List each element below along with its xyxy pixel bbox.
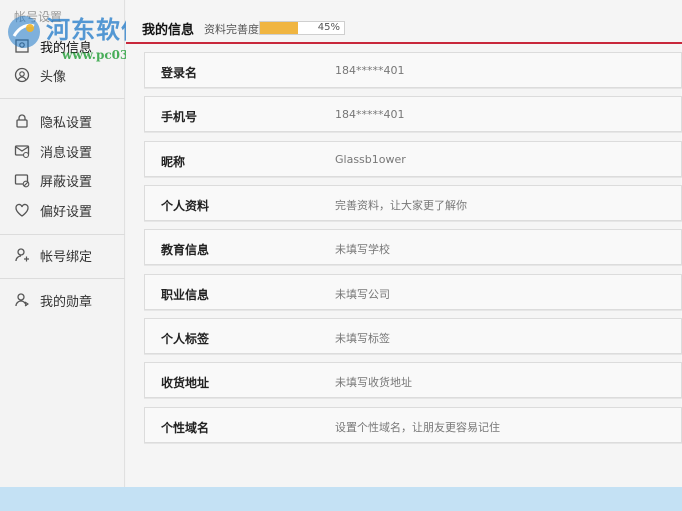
progress-label: 资料完善度 [204,23,259,36]
sidebar-item-messages[interactable]: 消息设置 [0,138,125,164]
info-row[interactable]: 手机号 184*****401 [144,96,682,132]
avatar-icon [14,67,30,83]
info-row[interactable]: 个人资料 完善资料，让大家更了解你 [144,185,682,221]
sidebar-item-label: 我的勋章 [40,294,93,310]
sidebar-item-avatar[interactable]: 头像 [0,62,125,88]
info-row-label: 职业信息 [161,288,210,302]
info-row-value[interactable]: 设置个性域名，让朋友更容易记住 [335,419,500,435]
info-row-label: 手机号 [161,110,198,124]
sidebar-item-label: 头像 [40,69,67,85]
sidebar-item-label: 偏好设置 [40,204,93,220]
medal-icon [14,292,30,308]
info-row-value[interactable]: 184*****401 [335,108,405,121]
info-row-value[interactable]: 184*****401 [335,64,405,77]
lock-icon [14,113,30,129]
info-row[interactable]: 教育信息 未填写学校 [144,229,682,265]
sidebar-item-binding[interactable]: 帐号绑定 [0,242,125,268]
info-row-value[interactable]: 未填写标签 [335,330,390,346]
info-row-label: 个性域名 [161,421,210,435]
sidebar-item-label: 屏蔽设置 [40,174,93,190]
main-content: 我的信息 资料完善度 45% 登录名 184*****401 手机号 184*****… [126,0,682,487]
sidebar-item-medals[interactable]: 我的勋章 [0,287,125,313]
sidebar-item-privacy[interactable]: 隐私设置 [0,108,125,134]
sidebar-item-label: 隐私设置 [40,115,93,131]
info-row-label: 教育信息 [161,243,210,257]
progress-fill [260,22,298,34]
sidebar-header: 帐号设置 [14,10,63,24]
info-row-label: 昵称 [161,155,186,169]
info-row-value[interactable]: Glassb1ower [335,153,406,166]
sidebar-item-block[interactable]: 屏蔽设置 [0,167,125,193]
info-row-value[interactable]: 完善资料，让大家更了解你 [335,197,467,213]
link-user-icon [14,247,30,263]
message-icon [14,143,30,159]
main-header: 我的信息 资料完善度 45% [126,10,682,44]
sidebar-item-preferences[interactable]: 偏好设置 [0,197,125,223]
info-row[interactable]: 收货地址 未填写收货地址 [144,362,682,398]
info-row-value[interactable]: 未填写公司 [335,286,390,302]
sidebar-item-label: 消息设置 [40,145,93,161]
progress-text: 45% [317,22,340,33]
sidebar-divider [0,278,125,279]
heart-icon [14,202,30,218]
bottom-bar [0,487,682,511]
info-row[interactable]: 登录名 184*****401 [144,52,682,88]
info-row-label: 个人资料 [161,199,210,213]
info-row-value[interactable]: 未填写收货地址 [335,374,412,390]
sidebar-item-label: 帐号绑定 [40,249,93,265]
info-row[interactable]: 个性域名 设置个性域名，让朋友更容易记住 [144,407,682,443]
info-row[interactable]: 个人标签 未填写标签 [144,318,682,354]
sidebar-item-my-info[interactable]: 我的信息 [0,33,125,59]
sidebar: 帐号设置 我的信息 头像 隐私设置 消息设置 屏蔽设置 偏好设置 帐号绑定 我的… [0,0,125,487]
info-row[interactable]: 昵称 Glassb1ower [144,141,682,177]
block-icon [14,172,30,188]
info-row[interactable]: 职业信息 未填写公司 [144,274,682,310]
info-row-value[interactable]: 未填写学校 [335,241,390,257]
sidebar-divider [0,98,125,99]
page-title: 我的信息 [142,23,195,38]
info-row-label: 登录名 [161,66,198,80]
sidebar-item-label: 我的信息 [40,40,93,56]
sidebar-divider [0,234,125,235]
info-row-label: 收货地址 [161,376,210,390]
user-icon [14,38,30,54]
progress-bar: 45% [259,21,345,35]
info-row-label: 个人标签 [161,332,210,346]
